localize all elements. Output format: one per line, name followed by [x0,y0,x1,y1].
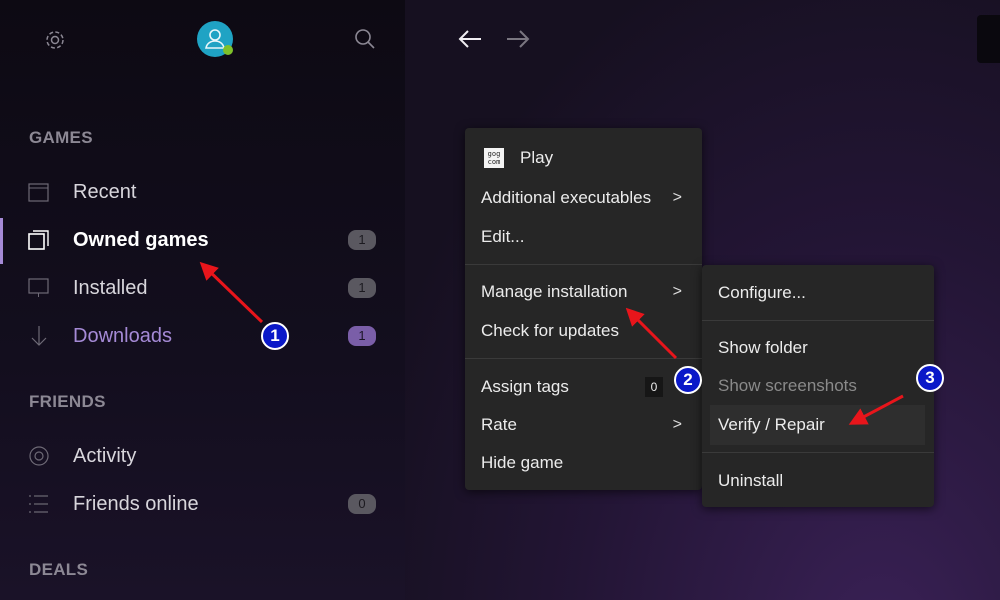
annotation-marker-2: 2 [674,366,702,394]
annotation-arrows [199,261,904,425]
annotation-arrow-2 [625,307,678,360]
annotation-arrow-1 [199,261,264,324]
annotation-arrow-3 [848,394,904,425]
annotation-marker-1: 1 [261,322,289,350]
annotation-marker-3: 3 [916,364,944,392]
